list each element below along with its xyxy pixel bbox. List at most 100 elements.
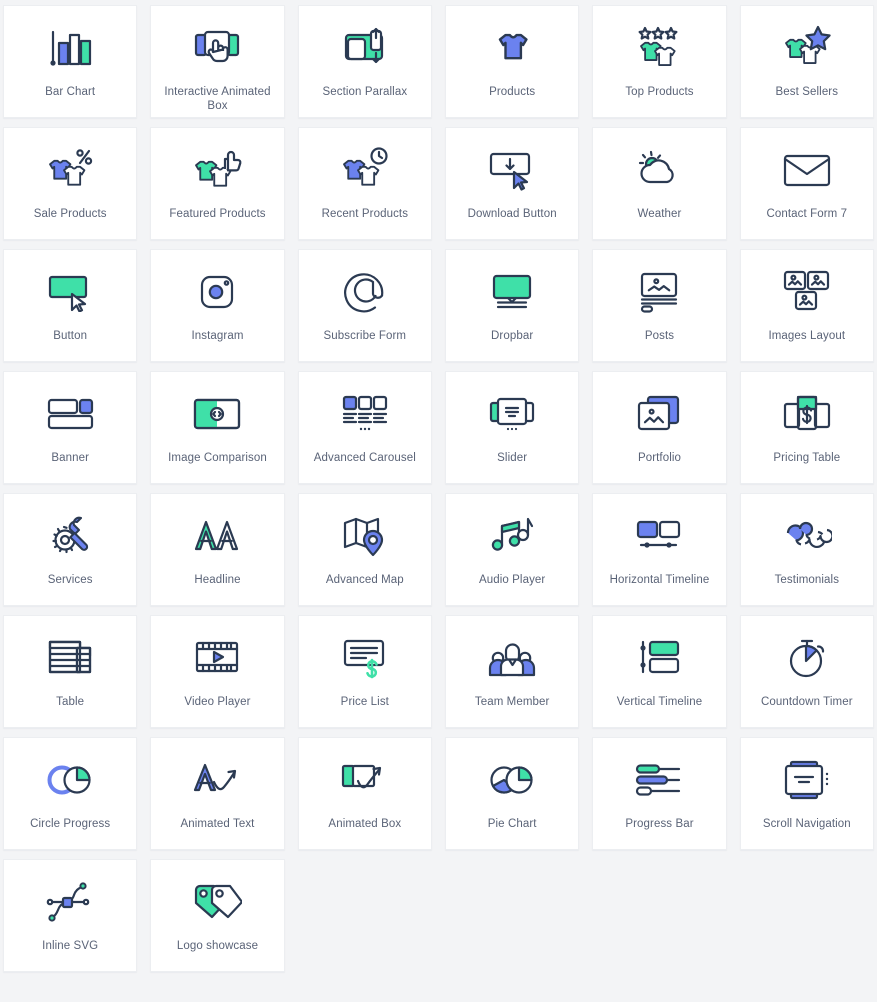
widget-label: Advanced Map <box>325 574 404 586</box>
widget-label: Slider <box>497 452 528 464</box>
widget-label: Scroll Navigation <box>762 818 851 830</box>
widget-card[interactable]: Sale Products <box>3 127 138 240</box>
widget-card[interactable]: Inline SVG <box>3 859 138 972</box>
widget-card[interactable]: Services <box>3 493 138 606</box>
widget-card[interactable]: Horizontal Timeline <box>592 493 727 606</box>
posts-image-lines-icon <box>626 268 692 316</box>
animated-text-arrow-icon <box>184 756 250 804</box>
inline-svg-node-icon <box>37 878 103 926</box>
widget-card[interactable]: Section Parallax <box>297 5 432 118</box>
widget-card[interactable]: Products <box>444 5 580 118</box>
widget-card[interactable]: Pie Chart <box>444 737 580 850</box>
widget-card[interactable]: Bar Chart <box>3 5 138 118</box>
team-people-icon <box>479 634 545 682</box>
widget-card[interactable]: Circle Progress <box>3 737 138 850</box>
widget-label: Video Player <box>184 696 251 708</box>
advanced-carousel-icon <box>332 390 398 438</box>
widget-card[interactable]: Video Player <box>150 615 285 728</box>
widget-card[interactable]: Slider <box>444 371 580 484</box>
widget-label: Logo showcase <box>176 940 259 952</box>
widget-card[interactable]: Advanced Carousel <box>297 371 432 484</box>
widget-label: Banner <box>51 452 89 464</box>
widget-label: Interactive Animated Box <box>164 86 271 113</box>
widget-card[interactable]: Featured Products <box>150 127 285 240</box>
widget-label: Subscribe Form <box>323 330 407 342</box>
widget-label: Image Comparison <box>168 452 267 464</box>
widget-label: Pricing Table <box>773 452 841 464</box>
widget-label: Portfolio <box>637 452 682 464</box>
widget-label: Progress Bar <box>625 818 694 830</box>
widget-card[interactable]: Posts <box>592 249 727 362</box>
pricing-table-dollar-icon <box>774 390 840 438</box>
widget-card[interactable]: Countdown Timer <box>739 615 874 728</box>
widget-card[interactable]: Images Layout <box>739 249 874 362</box>
widget-card[interactable]: Vertical Timeline <box>592 615 727 728</box>
widget-card[interactable]: Button <box>3 249 138 362</box>
widget-label: Top Products <box>625 86 694 98</box>
widget-card[interactable]: Subscribe Form <box>297 249 432 362</box>
widget-card[interactable]: Team Member <box>444 615 580 728</box>
widget-card[interactable]: Price List <box>297 615 432 728</box>
pie-chart-icon <box>479 756 545 804</box>
widget-card[interactable]: Logo showcase <box>150 859 285 972</box>
weather-cloud-sun-icon <box>626 146 692 194</box>
widget-card[interactable]: Weather <box>592 127 727 240</box>
widget-card[interactable]: Dropbar <box>444 249 580 362</box>
widget-card[interactable]: Instagram <box>150 249 285 362</box>
circle-progress-icon <box>37 756 103 804</box>
widget-label: Contact Form 7 <box>766 208 848 220</box>
widget-card[interactable]: Interactive Animated Box <box>150 5 285 118</box>
images-layout-icon <box>774 268 840 316</box>
horizontal-timeline-icon <box>626 512 692 560</box>
widget-label: Inline SVG <box>42 940 99 952</box>
widget-label: Testimonials <box>774 574 840 586</box>
widget-card[interactable]: Top Products <box>592 5 727 118</box>
widget-label: Section Parallax <box>322 86 408 98</box>
widget-label: Team Member <box>474 696 550 708</box>
vertical-timeline-icon <box>626 634 692 682</box>
widget-card[interactable]: Audio Player <box>444 493 580 606</box>
widget-label: Best Sellers <box>775 86 839 98</box>
table-grid-icon <box>37 634 103 682</box>
widget-label: Price List <box>340 696 389 708</box>
widget-card[interactable]: Animated Text <box>150 737 285 850</box>
widget-card[interactable]: Progress Bar <box>592 737 727 850</box>
progress-bars-icon <box>626 756 692 804</box>
widget-label: Countdown Timer <box>761 696 853 708</box>
scroll-navigation-icon <box>774 756 840 804</box>
animated-box-arrow-icon <box>332 756 398 804</box>
widget-label: Posts <box>644 330 675 342</box>
envelope-icon <box>774 146 840 194</box>
widget-label: Headline <box>194 574 241 586</box>
widget-grid: Bar Chart Interactive Animated Box Section… <box>0 0 877 977</box>
widget-label: Animated Text <box>180 818 255 830</box>
widget-card[interactable]: Banner <box>3 371 138 484</box>
widget-card[interactable]: Advanced Map <box>297 493 432 606</box>
widget-card[interactable]: Scroll Navigation <box>739 737 874 850</box>
widget-label: Download Button <box>467 208 557 220</box>
widget-card[interactable]: Best Sellers <box>739 5 874 118</box>
widget-card[interactable]: Portfolio <box>592 371 727 484</box>
widget-card[interactable]: Headline <box>150 493 285 606</box>
portfolio-stack-icon <box>626 390 692 438</box>
widget-card[interactable]: Animated Box <box>297 737 432 850</box>
image-comparison-icon <box>184 390 250 438</box>
widget-label: Services <box>47 574 93 586</box>
widget-card[interactable]: Download Button <box>444 127 580 240</box>
bar-chart-icon <box>37 24 103 72</box>
widget-card[interactable]: Testimonials <box>739 493 874 606</box>
banner-blocks-icon <box>37 390 103 438</box>
widget-label: Sale Products <box>33 208 107 220</box>
tags-logo-icon <box>184 878 250 926</box>
widget-card[interactable]: Image Comparison <box>150 371 285 484</box>
widget-card[interactable]: Recent Products <box>297 127 432 240</box>
widget-card[interactable]: Pricing Table <box>739 371 874 484</box>
music-note-icon <box>479 512 545 560</box>
quote-marks-icon <box>774 512 840 560</box>
button-cursor-icon <box>37 268 103 316</box>
map-pin-icon <box>332 512 398 560</box>
widget-card[interactable]: Table <box>3 615 138 728</box>
slider-cards-icon <box>479 390 545 438</box>
widget-card[interactable]: Contact Form 7 <box>739 127 874 240</box>
stopwatch-icon <box>774 634 840 682</box>
